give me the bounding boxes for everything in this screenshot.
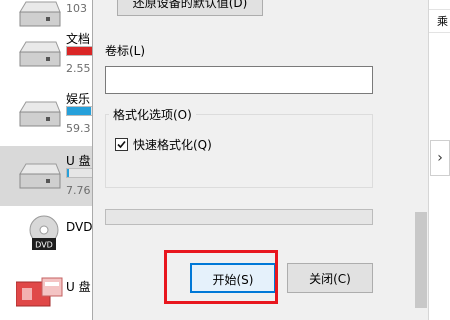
drive-name: 文档 — [66, 32, 91, 46]
drive-item[interactable]: 娱乐 59.3 — [0, 84, 94, 144]
checkmark-icon — [117, 140, 126, 149]
highlight-box — [164, 250, 278, 304]
drive-name: U 盘 — [66, 154, 91, 168]
dvd-drive-icon: DVD — [29, 215, 59, 250]
drive-name: 娱乐 — [66, 92, 91, 106]
drive-size: 2.55 — [66, 62, 91, 75]
right-pane: 乘 › — [428, 0, 450, 320]
vertical-scrollbar[interactable] — [414, 0, 428, 320]
hard-drive-icon — [19, 41, 61, 67]
close-button[interactable]: 关闭(C) — [287, 263, 373, 293]
drive-size: 103 — [66, 2, 87, 15]
drive-usage-bar — [66, 168, 94, 178]
dvd-icon-text: DVD — [35, 241, 53, 250]
volume-label-input[interactable] — [105, 66, 373, 94]
removable-drive-icon — [16, 277, 63, 307]
drive-usage-bar — [66, 106, 94, 116]
drive-item[interactable]: U 盘 — [0, 266, 94, 320]
quick-format-label[interactable]: 快速格式化(Q) — [133, 136, 212, 153]
usb-drive-icon — [19, 163, 61, 189]
drive-item-selected[interactable]: U 盘 7.76 — [0, 146, 94, 206]
drive-item[interactable]: DVD DVD — [0, 206, 94, 266]
format-options-title: 格式化选项(O) — [109, 106, 196, 123]
format-progress-bar — [105, 209, 373, 225]
chevron-right-icon[interactable]: › — [430, 140, 450, 176]
volume-label-label: 卷标(L) — [105, 44, 146, 58]
restore-defaults-button[interactable]: 还原设备的默认值(D) — [117, 0, 263, 16]
drive-list: 103 文档 2.55 娱乐 59.3 U 盘 7.76 DVD DVD U 盘 — [0, 0, 94, 320]
quick-format-checkbox[interactable] — [115, 138, 128, 151]
drive-item[interactable]: 文档 2.55 — [0, 24, 94, 84]
drive-usage-bar — [66, 46, 94, 56]
drive-name: U 盘 — [66, 280, 91, 294]
drive-name: DVD — [66, 220, 93, 234]
pane-row — [429, 0, 450, 10]
drive-size: 59.3 — [66, 122, 91, 135]
scrollbar-thumb[interactable] — [415, 212, 427, 308]
pane-row: 乘 — [429, 11, 450, 33]
drive-size: 7.76 — [66, 184, 91, 197]
hard-drive-icon — [19, 101, 61, 127]
